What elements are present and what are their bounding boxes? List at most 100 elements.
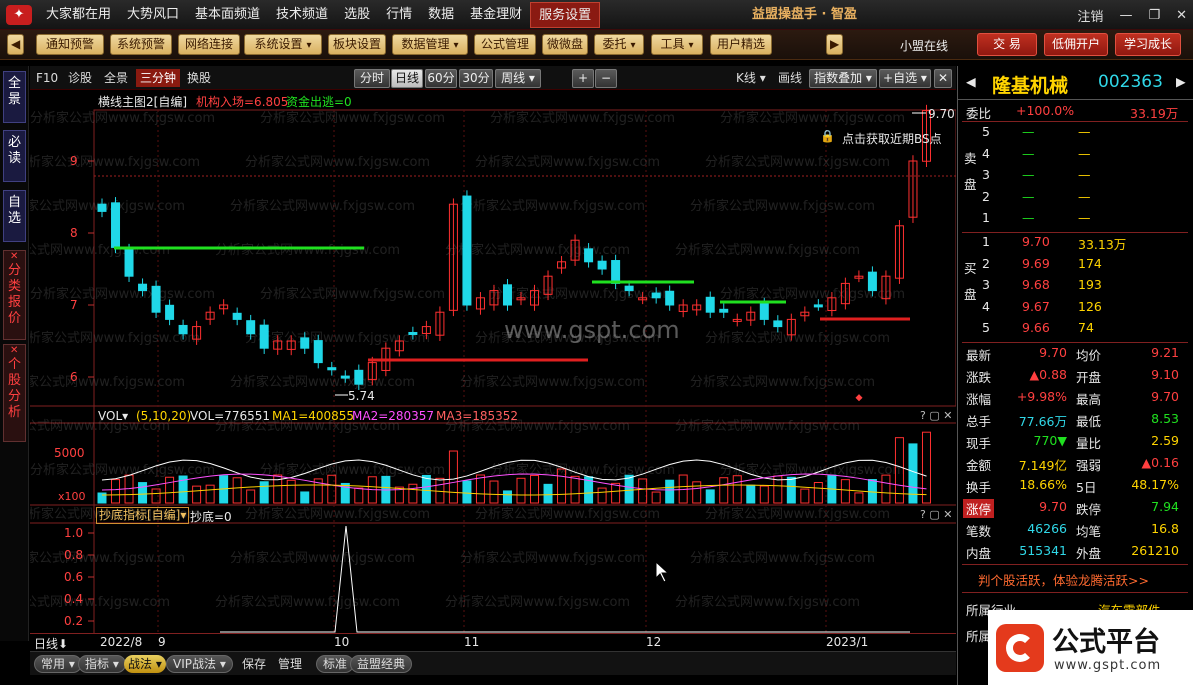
watermark-text: 分析家公式网www.fxjgsw.com bbox=[245, 506, 430, 522]
ind-panel-controls-icon[interactable]: ? ▢ ✕ bbox=[920, 508, 952, 521]
bottom-indicator-selector[interactable]: 抄底指标[自编]▾ bbox=[96, 507, 190, 524]
minimize-icon[interactable]: — bbox=[1119, 8, 1132, 23]
toolbar-left-arrow-icon[interactable]: ◀ bbox=[7, 34, 25, 55]
lock-icon[interactable]: 🔒 bbox=[820, 129, 835, 143]
bottom-btn-5[interactable]: 管理 bbox=[278, 655, 302, 673]
next-stock-icon[interactable]: ▶ bbox=[1176, 74, 1186, 89]
quote-value-left: 18.66% bbox=[1019, 477, 1067, 492]
toolbar-right-arrow-icon[interactable]: ▶ bbox=[826, 34, 844, 55]
volume-bar bbox=[151, 488, 161, 504]
bottom-btn-6[interactable]: 标准 bbox=[316, 655, 355, 673]
watermark-text: 分析家公式网www.fxjgsw.com bbox=[460, 198, 645, 214]
zoom-out-icon[interactable]: − bbox=[595, 69, 617, 88]
menu-item-2[interactable]: 基本面频道 bbox=[187, 0, 268, 30]
bottom-btn-3[interactable]: VIP战法 ▾ bbox=[166, 655, 233, 673]
sell-level-5: 5 bbox=[982, 124, 990, 139]
period-btn-0[interactable]: 分时 bbox=[354, 69, 390, 88]
toolbar-btn-2[interactable]: 网络连接 bbox=[178, 34, 240, 55]
menu-item-5[interactable]: 行情 bbox=[378, 0, 420, 30]
toolbar-btn-9[interactable]: 工具 bbox=[651, 34, 703, 55]
sell-volume: — bbox=[1078, 188, 1091, 204]
side-tab-0[interactable]: 全景 bbox=[3, 71, 26, 123]
menu-item-3[interactable]: 技术频道 bbox=[268, 0, 336, 30]
quote-value-right: 9.10 bbox=[1151, 367, 1179, 382]
draw-line-button[interactable]: 画线 bbox=[778, 69, 802, 87]
watermark-text: 分析家公式网www.fxjgsw.com bbox=[245, 154, 430, 170]
period-label[interactable]: 日线⬇ bbox=[34, 635, 68, 652]
low-fee-button[interactable]: 低佣开户 bbox=[1044, 33, 1108, 56]
period-btn-3[interactable]: 30分 bbox=[459, 69, 493, 88]
logout-button[interactable]: 注销 bbox=[1077, 6, 1103, 25]
sell-volume: — bbox=[1078, 167, 1091, 182]
toolbar-btn-10[interactable]: 用户精选 bbox=[710, 34, 772, 55]
prev-stock-icon[interactable]: ◀ bbox=[966, 74, 976, 89]
bottom-btn-2[interactable]: 战法 ▾ bbox=[124, 655, 166, 673]
add-favorite-dropdown[interactable]: +自选 ▾ bbox=[879, 69, 931, 88]
toolbar-btn-7[interactable]: 微微盘 bbox=[542, 34, 588, 55]
zoom-in-icon[interactable]: + bbox=[572, 69, 594, 88]
bottom-btn-0[interactable]: 常用 ▾ bbox=[34, 655, 82, 673]
toolbar-btn-label: 工具 bbox=[660, 37, 685, 51]
quote-label-right: 5日 bbox=[1076, 480, 1097, 495]
side-tab-3[interactable]: ✕ 分类报价 bbox=[3, 250, 26, 340]
menu-item-0[interactable]: 大家都在用 bbox=[38, 0, 119, 30]
overlay-index-dropdown[interactable]: 指数叠加 ▾ bbox=[809, 69, 877, 88]
panel-close-icon[interactable]: ✕ bbox=[934, 69, 952, 88]
volume-bar bbox=[111, 479, 121, 504]
bottom-bar: 常用 ▾ 指标 ▾ 战法 ▾ VIP战法 ▾ 保存 管理 标准 益盟经典 bbox=[30, 651, 956, 675]
kline-chart[interactable]: 分析家公式网www.fxjgsw.com 分析家公式网www.fxjgsw.com… bbox=[0, 90, 957, 633]
high-price-label: 9.70 bbox=[928, 107, 955, 121]
active-stock-promo-link[interactable]: 判个股活跃，体验龙腾活跃>> bbox=[978, 570, 1149, 589]
period-btn-4[interactable]: 周线 ▾ bbox=[495, 69, 541, 88]
bs-point-link[interactable]: 点击获取近期BS点 bbox=[842, 130, 942, 147]
period-btn-2[interactable]: 60分 bbox=[425, 69, 457, 88]
side-tab-2[interactable]: 自选 bbox=[3, 190, 26, 242]
side-tab-1[interactable]: 必读 bbox=[3, 130, 26, 182]
online-helper[interactable]: 小盟在线 bbox=[900, 37, 948, 54]
menu-item-8[interactable]: 服务设置 bbox=[530, 2, 601, 28]
candle-body bbox=[340, 375, 350, 379]
quote-value-left: +9.98% bbox=[1016, 389, 1067, 404]
panorama-button[interactable]: 全景 bbox=[104, 69, 128, 87]
swap-stock-button[interactable]: 换股 bbox=[187, 69, 211, 87]
learn-button[interactable]: 学习成长 bbox=[1115, 33, 1181, 56]
maximize-icon[interactable]: ❐ bbox=[1148, 8, 1160, 23]
bottom-btn-7[interactable]: 益盟经典 bbox=[350, 655, 413, 673]
side-tab-4[interactable]: ✕ 个股分析 bbox=[3, 344, 26, 442]
trade-button[interactable]: 交 易 bbox=[977, 33, 1037, 56]
main-indicator-title[interactable]: 横线主图2[自编] bbox=[98, 93, 187, 110]
three-minute-button[interactable]: 三分钟 bbox=[136, 69, 181, 87]
bottom-btn-1[interactable]: 指标 ▾ bbox=[78, 655, 126, 673]
side-tab-close-icon[interactable]: ✕ bbox=[10, 252, 18, 262]
menu-item-1[interactable]: 大势风口 bbox=[119, 0, 187, 30]
quote-label-left: 笔数 bbox=[966, 524, 992, 539]
close-icon[interactable]: ✕ bbox=[1176, 8, 1187, 23]
quote-label-right: 最高 bbox=[1076, 392, 1102, 407]
f10-button[interactable]: F10 bbox=[36, 69, 58, 87]
menu-item-7[interactable]: 基金理财 bbox=[462, 0, 530, 30]
toolbar-btn-4[interactable]: 板块设置 bbox=[328, 34, 386, 55]
side-tab-close-icon[interactable]: ✕ bbox=[10, 346, 18, 356]
vol-indicator-name[interactable]: VOL▾ bbox=[98, 409, 128, 423]
bottom-btn-4[interactable]: 保存 bbox=[242, 655, 266, 673]
toolbar-btn-3[interactable]: 系统设置 bbox=[244, 34, 322, 55]
gspt-logo-text: 公式平台 bbox=[1052, 627, 1160, 658]
toolbar-btn-1[interactable]: 系统预警 bbox=[110, 34, 172, 55]
volume-bar bbox=[516, 477, 526, 504]
toolbar-btn-8[interactable]: 委托 bbox=[594, 34, 644, 55]
period-btn-1[interactable]: 日线 bbox=[391, 69, 423, 88]
menu-item-4[interactable]: 选股 bbox=[336, 0, 378, 30]
gspt-logo-url: www.gspt.com bbox=[1054, 658, 1162, 673]
quote-value-right: ▲0.16 bbox=[1141, 455, 1179, 470]
kline-dropdown[interactable]: K线 ▾ bbox=[736, 69, 766, 87]
diagnose-button[interactable]: 诊股 bbox=[68, 69, 92, 87]
quote-value-left: ▲0.88 bbox=[1029, 367, 1067, 382]
vol-panel-controls-icon[interactable]: ? ▢ ✕ bbox=[920, 409, 952, 422]
toolbar-btn-6[interactable]: 公式管理 bbox=[474, 34, 536, 55]
menu-item-6[interactable]: 数据 bbox=[420, 0, 462, 30]
watermark-text: 分析家公式网www.fxjgsw.com bbox=[720, 286, 905, 302]
toolbar-btn-5[interactable]: 数据管理 bbox=[392, 34, 468, 55]
toolbar-btn-0[interactable]: 通知预警 bbox=[36, 34, 104, 55]
watermark-text: 分析家公式网www.fxjgsw.com bbox=[705, 330, 890, 346]
price-axis-9: 9 bbox=[70, 154, 78, 168]
